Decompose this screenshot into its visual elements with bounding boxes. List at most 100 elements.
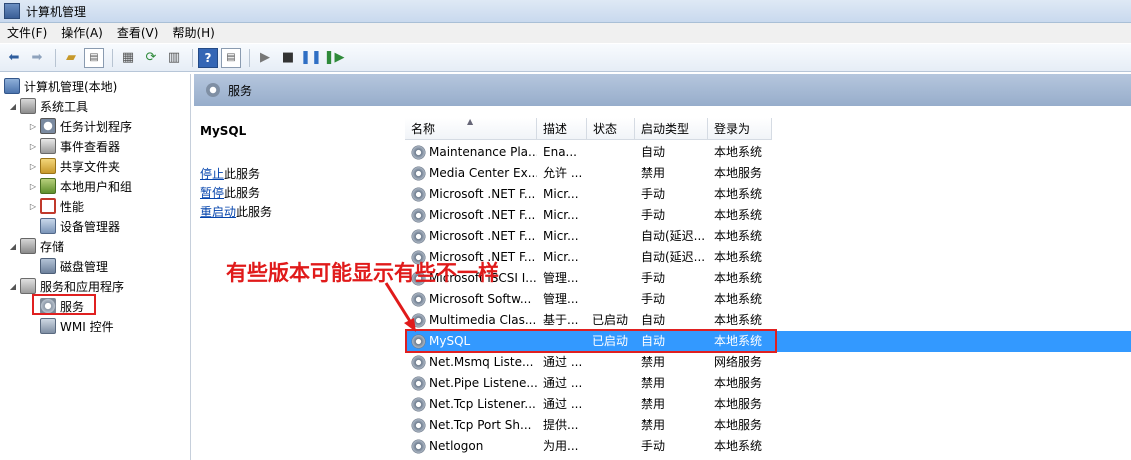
service-startup-type: 自动(延迟... [641, 250, 706, 264]
service-description: Micr... [543, 187, 579, 201]
table-row[interactable]: Net.Tcp Listener... 通过 ... 禁用 本地服务 [405, 394, 1131, 415]
tree-item-local-users[interactable]: ▷ 本地用户和组 [28, 176, 132, 196]
column-header-status[interactable]: 状态 [587, 118, 635, 140]
table-row[interactable]: Microsoft .NET F... Micr... 手动 本地系统 [405, 205, 1131, 226]
tree-item-label: 计算机管理(本地) [24, 79, 118, 94]
tree-item-services-apps[interactable]: ◢ 服务和应用程序 [8, 276, 124, 296]
back-arrow-icon[interactable]: ⬅ [4, 48, 24, 68]
pause-service-icon[interactable]: ❚❚ [300, 48, 322, 68]
up-folder-icon[interactable]: ▰ [61, 48, 81, 68]
refresh-icon[interactable]: ⟳ [141, 48, 161, 68]
service-logon-as: 本地系统 [714, 292, 763, 306]
restart-service-link[interactable]: 重启动 [200, 205, 236, 219]
service-name: Net.Tcp Listener... [429, 397, 536, 411]
service-status: 已启动 [592, 313, 629, 327]
tree-item-device-manager[interactable]: 设备管理器 [40, 216, 120, 236]
start-service-icon[interactable]: ▶ [255, 48, 275, 68]
service-description: 基于... [543, 313, 579, 327]
expanded-arrow-icon[interactable]: ◢ [8, 282, 18, 291]
table-row[interactable]: Microsoft .NET F... Micr... 自动(延迟... 本地系统 [405, 226, 1131, 247]
service-startup-type: 禁用 [641, 355, 666, 369]
tree-item-label: 性能 [60, 199, 85, 214]
tree-item-performance[interactable]: ▷ 性能 [28, 196, 84, 216]
service-description: 为用... [543, 439, 579, 453]
collapsed-arrow-icon[interactable]: ▷ [28, 202, 38, 211]
tree-item-label: 系统工具 [40, 99, 89, 114]
service-logon-as: 本地服务 [714, 166, 763, 180]
window-title: 计算机管理 [26, 4, 87, 19]
expanded-arrow-icon[interactable]: ◢ [8, 242, 18, 251]
service-logon-as: 网络服务 [714, 355, 763, 369]
pause-service-link[interactable]: 暂停 [200, 186, 224, 200]
stop-service-link[interactable]: 停止 [200, 167, 224, 181]
collapsed-arrow-icon[interactable]: ▷ [28, 162, 38, 171]
menu-file[interactable]: 文件(F) [0, 23, 54, 43]
service-name: Net.Msmq Liste... [429, 355, 534, 369]
table-row[interactable]: Netlogon 为用... 手动 本地系统 [405, 436, 1131, 457]
gear-icon [411, 292, 426, 307]
gear-icon [411, 145, 426, 160]
collapsed-arrow-icon[interactable]: ▷ [28, 182, 38, 191]
table-row[interactable]: Media Center Ex... 允许 ... 禁用 本地服务 [405, 163, 1131, 184]
menu-help[interactable]: 帮助(H) [165, 23, 221, 43]
tree-item-root[interactable]: 计算机管理(本地) [4, 76, 117, 96]
services-list: 名称 ▲ 描述 状态 启动类型 登录为 Maintenance Pla... En… [405, 106, 1131, 460]
tree-item-task-scheduler[interactable]: ▷ 任务计划程序 [28, 116, 132, 136]
table-row[interactable]: Net.Msmq Liste... 通过 ... 禁用 网络服务 [405, 352, 1131, 373]
toolbar-separator [249, 48, 250, 67]
title-bar: 计算机管理 [0, 0, 1131, 23]
service-logon-as: 本地系统 [714, 208, 763, 222]
tree-item-event-viewer[interactable]: ▷ 事件查看器 [28, 136, 120, 156]
services-applications-icon [20, 278, 36, 294]
properties-icon[interactable]: ▦ [118, 48, 138, 68]
restart-service-icon[interactable]: ❚▶ [324, 48, 345, 68]
tree-item-storage[interactable]: ◢ 存储 [8, 236, 64, 256]
service-startup-type: 禁用 [641, 166, 666, 180]
help-icon[interactable]: ? [198, 47, 218, 68]
menu-bar: 文件(F) 操作(A) 查看(V) 帮助(H) [0, 23, 1131, 43]
sort-ascending-icon: ▲ [467, 117, 474, 126]
gear-icon [411, 313, 426, 328]
column-header-label: 描述 [543, 122, 568, 136]
service-startup-type: 禁用 [641, 418, 666, 432]
panel-header: 服务 [194, 74, 1131, 106]
mysql-highlight-box [405, 329, 777, 353]
tree-item-system-tools[interactable]: ◢ 系统工具 [8, 96, 88, 116]
show-hide-tree-icon[interactable]: ▤ [84, 47, 104, 68]
export-list-icon[interactable]: ▥ [164, 48, 184, 68]
toolbar: ⬅ ➡ ▰ ▤ ▦ ⟳ ▥ ? ▤ ▶ ■ ❚❚ ❚▶ [0, 44, 1131, 72]
service-name: Net.Tcp Port Sh... [429, 418, 532, 432]
tree-item-wmi[interactable]: WMI 控件 [40, 316, 114, 336]
menu-view[interactable]: 查看(V) [110, 23, 166, 43]
service-logon-as: 本地系统 [714, 313, 763, 327]
service-name: Net.Pipe Listene... [429, 376, 537, 390]
column-header-description[interactable]: 描述 [537, 118, 587, 140]
stop-service-icon[interactable]: ■ [278, 48, 298, 68]
table-row[interactable]: Multimedia Clas... 基于... 已启动 自动 本地系统 [405, 310, 1131, 331]
menu-action[interactable]: 操作(A) [54, 23, 110, 43]
computer-management-icon [4, 3, 20, 19]
column-header-logon-as[interactable]: 登录为 [708, 118, 772, 140]
service-name: Multimedia Clas... [429, 313, 537, 327]
table-row[interactable]: Microsoft .NET F... Micr... 自动(延迟... 本地系统 [405, 247, 1131, 268]
show-action-pane-icon[interactable]: ▤ [221, 47, 241, 68]
table-row[interactable]: Net.Tcp Port Sh... 提供... 禁用 本地服务 [405, 415, 1131, 436]
table-row[interactable]: Maintenance Pla... Ena... 自动 本地系统 [405, 142, 1131, 163]
service-description: 通过 ... [543, 376, 583, 390]
table-row[interactable]: Microsoft iSCSI I... 管理... 手动 本地系统 [405, 268, 1131, 289]
table-row[interactable]: Microsoft .NET F... Micr... 手动 本地系统 [405, 184, 1131, 205]
collapsed-arrow-icon[interactable]: ▷ [28, 122, 38, 131]
expanded-arrow-icon[interactable]: ◢ [8, 102, 18, 111]
clock-icon [40, 118, 56, 134]
tree-item-label: 磁盘管理 [60, 259, 109, 274]
tree-item-shared-folders[interactable]: ▷ 共享文件夹 [28, 156, 120, 176]
table-row[interactable]: Microsoft Softw... 管理... 手动 本地系统 [405, 289, 1131, 310]
column-header-startup-type[interactable]: 启动类型 [635, 118, 708, 140]
service-startup-type: 手动 [641, 271, 666, 285]
collapsed-arrow-icon[interactable]: ▷ [28, 142, 38, 151]
service-startup-type: 自动 [641, 313, 666, 327]
table-row[interactable]: Net.Pipe Listene... 通过 ... 禁用 本地服务 [405, 373, 1131, 394]
gear-icon [411, 397, 426, 412]
forward-arrow-icon[interactable]: ➡ [27, 48, 47, 68]
tree-item-disk-management[interactable]: 磁盘管理 [40, 256, 108, 276]
